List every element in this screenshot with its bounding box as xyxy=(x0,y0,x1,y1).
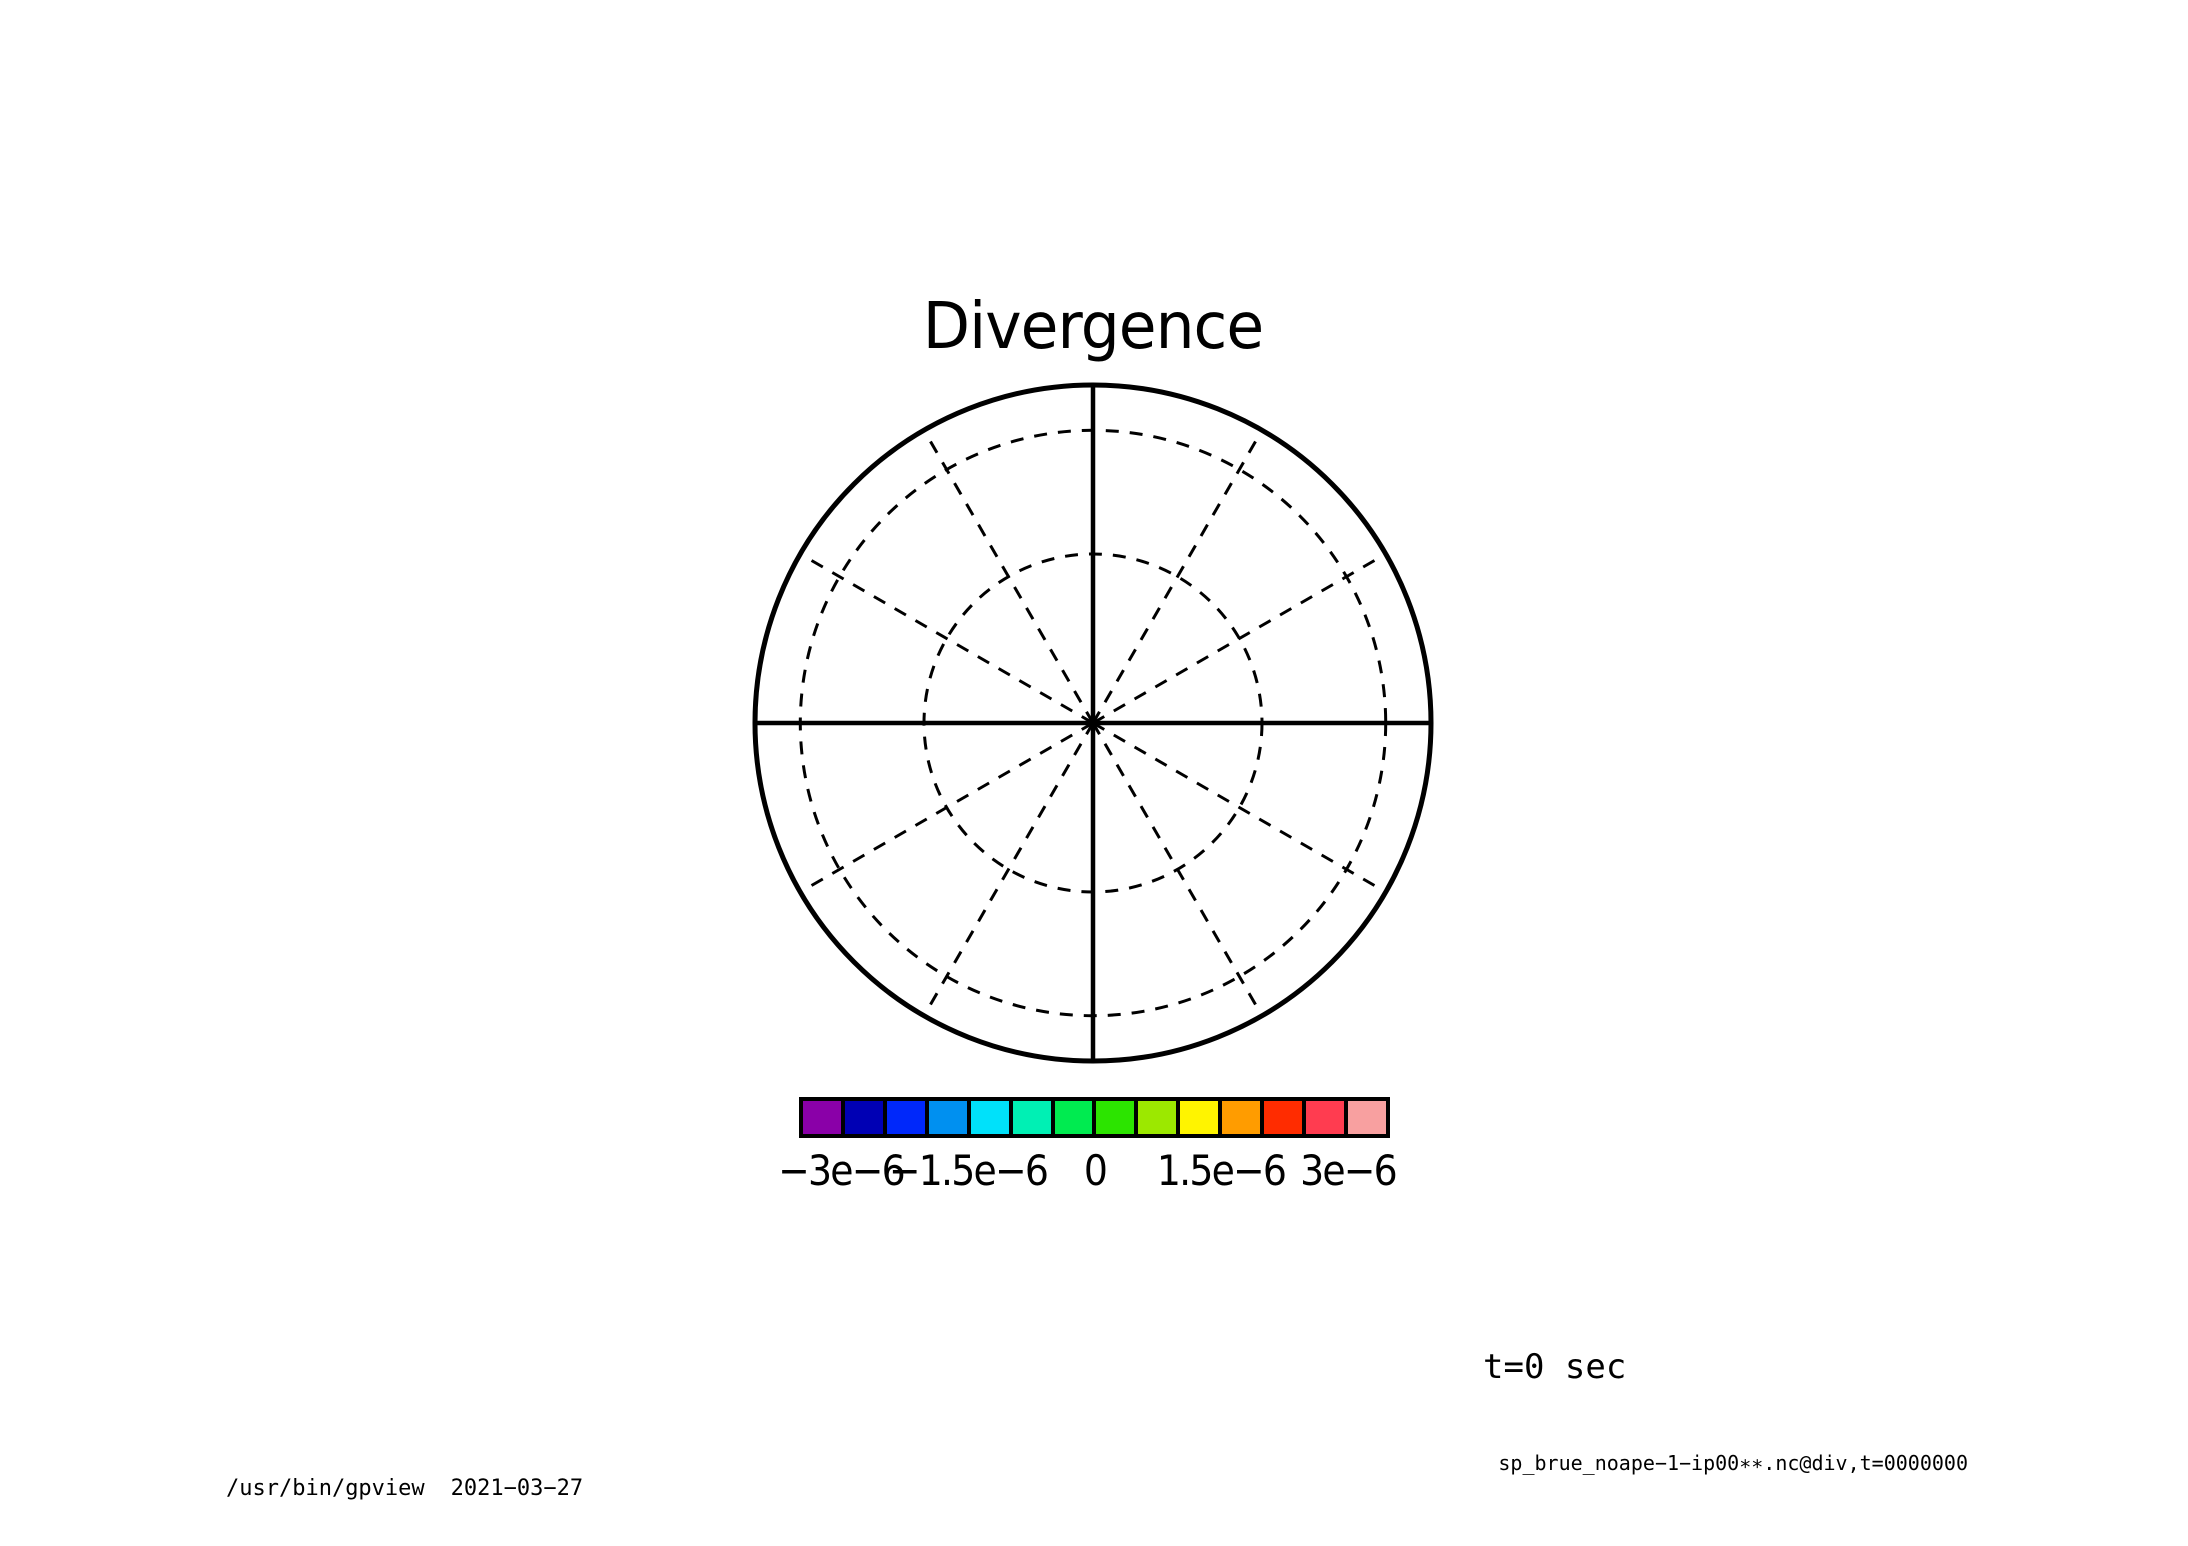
colorbar-cell xyxy=(1260,1101,1302,1134)
meridian-line-dashed xyxy=(800,554,1093,723)
colorbar-cell xyxy=(1302,1101,1344,1134)
colorbar-tick-label: −3e−6 xyxy=(778,1146,904,1195)
meridian-line-dashed xyxy=(924,723,1093,1016)
time-label: t=0 sec xyxy=(1483,1347,1626,1387)
gpview-command-path: /usr/bin/gpview xyxy=(226,1476,425,1501)
colorbar-cell xyxy=(1344,1101,1386,1134)
footer-datafile-label: sp_brue_noape−1−ip00∗∗.nc@div,t=0000000 xyxy=(1498,1451,1968,1475)
colorbar-tick-label: −1.5e−6 xyxy=(889,1146,1047,1195)
colorbar-cell xyxy=(925,1101,967,1134)
gpview-plot-page: Divergence −3e−6−1.5e−601.5e−63e−6 t=0 s… xyxy=(0,0,2188,1546)
meridian-line-dashed xyxy=(1093,723,1386,892)
meridian-line-dashed xyxy=(1093,430,1262,723)
meridian-line-dashed xyxy=(1093,723,1262,1016)
meridian-line-dashed xyxy=(800,723,1093,892)
colorbar-cell xyxy=(1218,1101,1260,1134)
colorbar-tick-label: 0 xyxy=(1083,1146,1105,1195)
colorbar-cell xyxy=(967,1101,1009,1134)
footer-command-line: /usr/bin/gpview 2021−03−27 xyxy=(173,1451,583,1526)
plot-date: 2021−03−27 xyxy=(451,1476,583,1501)
meridian-line-dashed xyxy=(1093,554,1386,723)
colorbar-tick-label: 1.5e−6 xyxy=(1157,1146,1285,1195)
meridian-line-dashed xyxy=(924,430,1093,723)
colorbar-cell xyxy=(1176,1101,1218,1134)
colorbar xyxy=(799,1097,1390,1138)
colorbar-cell xyxy=(1092,1101,1134,1134)
colorbar-cell xyxy=(803,1101,841,1134)
colorbar-cell xyxy=(883,1101,925,1134)
colorbar-cell xyxy=(1051,1101,1093,1134)
colorbar-cell xyxy=(1009,1101,1051,1134)
colorbar-cell xyxy=(1134,1101,1176,1134)
colorbar-tick-label: 3e−6 xyxy=(1300,1146,1396,1195)
polar-map-plot xyxy=(0,0,2188,1546)
colorbar-cell xyxy=(841,1101,883,1134)
